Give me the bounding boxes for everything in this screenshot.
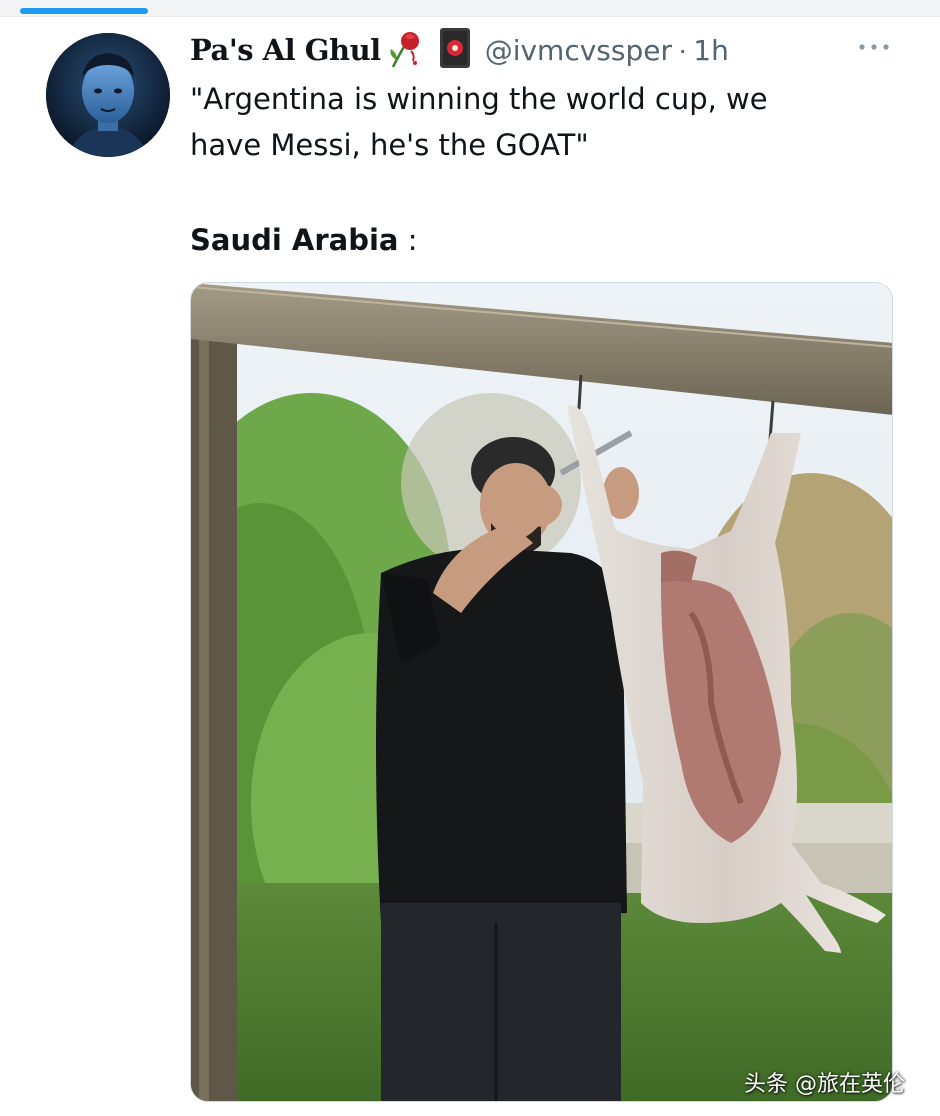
watermark: 头条 @旅在英伦 <box>744 1072 905 1097</box>
tweet-text-line: "Argentina is winning the world cup, we <box>190 82 768 116</box>
tweet-text: "Argentina is winning the world cup, we … <box>190 76 890 168</box>
active-tab-indicator[interactable] <box>20 8 148 14</box>
top-tab-bar <box>0 0 940 17</box>
user-handle[interactable]: @ivmcvssper <box>485 34 672 67</box>
display-name[interactable]: Pa's Al Ghul <box>190 33 381 67</box>
flower-playing-card-emoji-icon <box>439 27 471 74</box>
avatar[interactable] <box>46 33 170 157</box>
caption-bold: Saudi Arabia <box>190 223 399 257</box>
tweet-text-line: have Messi, he's the GOAT" <box>190 128 589 162</box>
more-horizontal-icon[interactable] <box>856 40 892 54</box>
caption-rest: : <box>398 223 418 257</box>
timestamp[interactable]: 1h <box>693 34 729 67</box>
separator-dot: · <box>677 34 688 65</box>
tweet-media-photo[interactable] <box>190 282 893 1102</box>
tweet-header: Pa's Al Ghul @ivmcvssper · 1h <box>190 27 729 74</box>
tweet-screenshot: Pa's Al Ghul @ivmcvssper · 1h "Argentina… <box>0 0 940 1116</box>
rose-emoji-icon <box>385 27 425 74</box>
tweet-caption: Saudi Arabia : <box>190 217 417 263</box>
